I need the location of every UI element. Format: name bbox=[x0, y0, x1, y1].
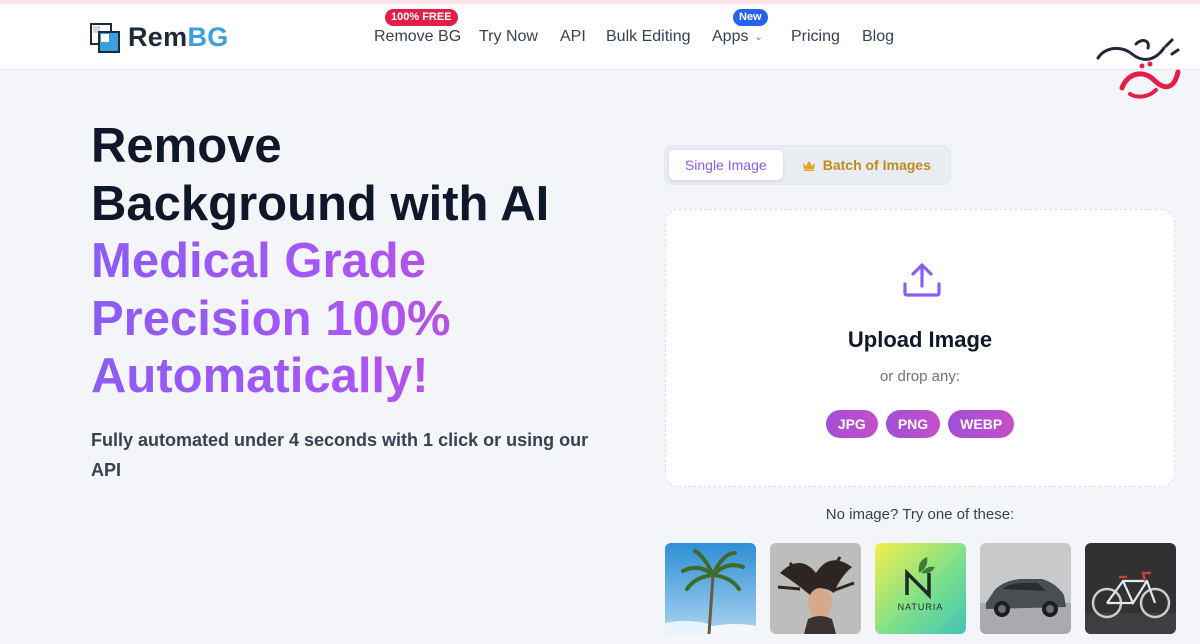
sample-naturia-logo[interactable]: NATURIA bbox=[875, 543, 966, 634]
site-header: RemBG 100% FREE Remove BG Try Now API Bu… bbox=[0, 4, 1200, 70]
format-list: JPG PNG WEBP bbox=[666, 410, 1174, 438]
upload-subtitle: or drop any: bbox=[879, 368, 961, 385]
bicycle-image bbox=[1085, 543, 1176, 634]
sample-images: NATURIA bbox=[665, 543, 1176, 634]
naturia-text: NATURIA bbox=[898, 602, 944, 612]
nav-try-now[interactable]: Try Now bbox=[479, 28, 538, 46]
nav-remove-bg[interactable]: Remove BG bbox=[374, 28, 461, 46]
nav-apps[interactable]: Apps ⌄ bbox=[712, 28, 763, 46]
watermark-logo bbox=[1096, 38, 1181, 99]
chevron-down-icon: ⌄ bbox=[754, 32, 763, 43]
sample-palm-tree[interactable] bbox=[665, 543, 756, 634]
woman-hair-image bbox=[770, 543, 861, 634]
hero-title: Remove Background with AI Medical Grade … bbox=[91, 118, 549, 406]
format-badge-webp: WEBP bbox=[948, 410, 1015, 438]
nav-apps-label: Apps bbox=[712, 28, 749, 45]
hero-line-5: Automatically! bbox=[91, 348, 549, 406]
logo[interactable]: RemBG bbox=[90, 22, 229, 53]
tab-single-image[interactable]: Single Image bbox=[669, 150, 783, 180]
hero-line-1: Remove bbox=[91, 119, 282, 173]
logo-text: RemBG bbox=[128, 22, 229, 52]
sample-images-label: No image? Try one of these: bbox=[825, 506, 1015, 523]
format-badge-png: PNG bbox=[885, 410, 941, 438]
upload-dropzone[interactable]: Upload Image or drop any: JPG PNG WEBP bbox=[665, 209, 1175, 487]
sample-woman-hair[interactable] bbox=[770, 543, 861, 634]
new-badge: New bbox=[733, 9, 768, 26]
upload-icon bbox=[903, 263, 941, 297]
hero-subtitle: Fully automated under 4 seconds with 1 c… bbox=[91, 430, 589, 480]
tab-batch-label: Batch of Images bbox=[822, 157, 931, 173]
hero-line-2: Background with AI bbox=[91, 176, 550, 231]
upload-title: Upload Image bbox=[847, 327, 993, 352]
car-image bbox=[980, 543, 1071, 634]
nav-pricing[interactable]: Pricing bbox=[791, 28, 840, 46]
nav-api[interactable]: API bbox=[560, 28, 586, 46]
hero-line-4: Precision 100% bbox=[91, 291, 549, 349]
free-badge: 100% FREE bbox=[385, 9, 458, 26]
sample-bicycle[interactable] bbox=[1085, 543, 1176, 634]
tab-batch-images[interactable]: Batch of Images bbox=[787, 150, 946, 180]
palm-tree-image bbox=[665, 543, 756, 634]
nav-blog[interactable]: Blog bbox=[862, 28, 894, 46]
crown-icon bbox=[802, 160, 815, 171]
format-badge-jpg: JPG bbox=[825, 410, 878, 438]
hero-line-3: Medical Grade bbox=[91, 233, 549, 291]
naturia-logo-image: NATURIA bbox=[875, 543, 966, 634]
upload-mode-tabs: Single Image Batch of Images bbox=[665, 146, 950, 184]
sample-car[interactable] bbox=[980, 543, 1071, 634]
nav-bulk-editing[interactable]: Bulk Editing bbox=[606, 28, 691, 46]
logo-icon bbox=[90, 22, 120, 53]
